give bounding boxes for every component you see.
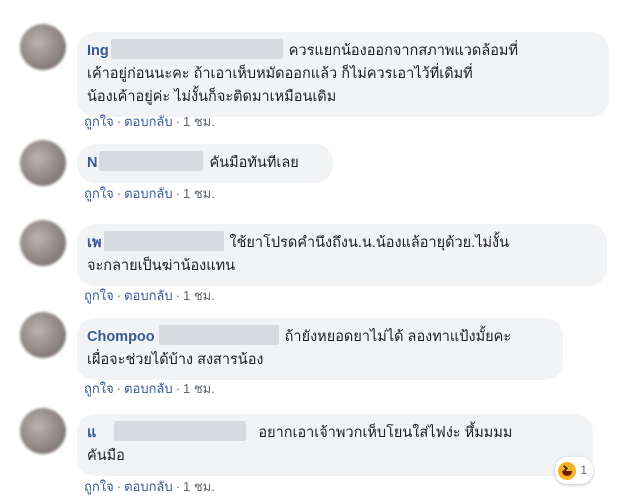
comment-author[interactable]: Chompoo [87, 329, 155, 345]
haha-icon [558, 461, 577, 480]
reply-link[interactable]: ตอบกลับ [124, 114, 173, 129]
comment-text: ถ้ายังหยอดยาไม่ได้ ลองทาแป้งมั้ยคะ [284, 329, 512, 345]
avatar[interactable] [20, 140, 66, 186]
comment-author[interactable]: Ing [87, 43, 109, 59]
timestamp[interactable]: 1 ชม. [183, 186, 215, 201]
redacted-name [103, 231, 224, 252]
comment-text: อยากเอาเจ้าพวกเห็บโยนใส่ไฟง่ะ หึ้มมมม [258, 425, 513, 441]
comment-bubble: แ อยากเอาเจ้าพวกเห็บโยนใส่ไฟง่ะ หึ้มมมม ค… [77, 414, 593, 484]
reply-link[interactable]: ตอบกลับ [124, 186, 173, 201]
like-link[interactable]: ถูกใจ [84, 114, 114, 129]
comment-bubble: Ing ควรแยกน้องออกจากสภาพแวดล้อมที่ เค้าอย… [77, 32, 609, 117]
like-link[interactable]: ถูกใจ [84, 186, 114, 201]
avatar[interactable] [20, 24, 66, 70]
comment-bubble: เพ ใช้ยาโปรดคำนึงถึงน.น.น้องแล้อายุด้วย.ไ… [77, 224, 607, 286]
comment-text: ควรแยกน้องออกจากสภาพแวดล้อมที่ [288, 43, 519, 59]
comment-actions: ถูกใจ · ตอบกลับ · 1 ชม. [84, 114, 215, 129]
timestamp[interactable]: 1 ชม. [183, 381, 215, 396]
comment-actions: ถูกใจ · ตอบกลับ · 1 ชม. [84, 186, 215, 201]
reaction-summary[interactable]: 1 [555, 457, 593, 484]
timestamp[interactable]: 1 ชม. [183, 288, 215, 303]
timestamp[interactable]: 1 ชม. [183, 479, 215, 494]
reaction-count: 1 [580, 463, 587, 477]
like-link[interactable]: ถูกใจ [84, 479, 114, 494]
comment-author[interactable]: แ [87, 425, 96, 441]
comment-author[interactable]: N [87, 155, 97, 171]
like-link[interactable]: ถูกใจ [84, 381, 114, 396]
comment-actions: ถูกใจ · ตอบกลับ · 1 ชม. [84, 479, 215, 494]
comment-bubble: N คันมือทันทีเลย [77, 144, 333, 183]
redacted-name [114, 421, 247, 442]
comment-bubble: Chompoo ถ้ายังหยอดยาไม่ได้ ลองทาแป้งมั้ยค… [77, 318, 563, 380]
comment-text: เค้าอยู่ก่อนนะคะ ถ้าเอาเห็บหมัดออกแล้ว ก… [87, 66, 473, 82]
comment-text: เผื่อจะช่วยได้บ้าง สงสารน้อง [87, 352, 264, 368]
comment-author[interactable]: เพ [87, 235, 102, 251]
avatar[interactable] [20, 312, 66, 358]
comment-actions: ถูกใจ · ตอบกลับ · 1 ชม. [84, 381, 215, 396]
reply-link[interactable]: ตอบกลับ [124, 381, 173, 396]
comment-text: น้องเค้าอยู่ค่ะ ไม่งั้นก็จะติดมาเหมือนเด… [87, 89, 337, 105]
comment-text: คันมือทันทีเลย [209, 155, 299, 171]
redacted-name [110, 39, 283, 60]
like-link[interactable]: ถูกใจ [84, 288, 114, 303]
comment-actions: ถูกใจ · ตอบกลับ · 1 ชม. [84, 288, 215, 303]
comment-text: คันมือ [87, 448, 125, 464]
redacted-name [158, 325, 279, 346]
redacted-name [99, 151, 204, 172]
comment-text: จะกลายเป็นฆ่าน้องแทน [87, 258, 236, 274]
timestamp[interactable]: 1 ชม. [183, 114, 215, 129]
avatar[interactable] [20, 408, 66, 454]
comment-text: ใช้ยาโปรดคำนึงถึงน.น.น้องแล้อายุด้วย.ไม่… [229, 235, 510, 251]
avatar[interactable] [20, 220, 66, 266]
reply-link[interactable]: ตอบกลับ [124, 288, 173, 303]
reply-link[interactable]: ตอบกลับ [124, 479, 173, 494]
